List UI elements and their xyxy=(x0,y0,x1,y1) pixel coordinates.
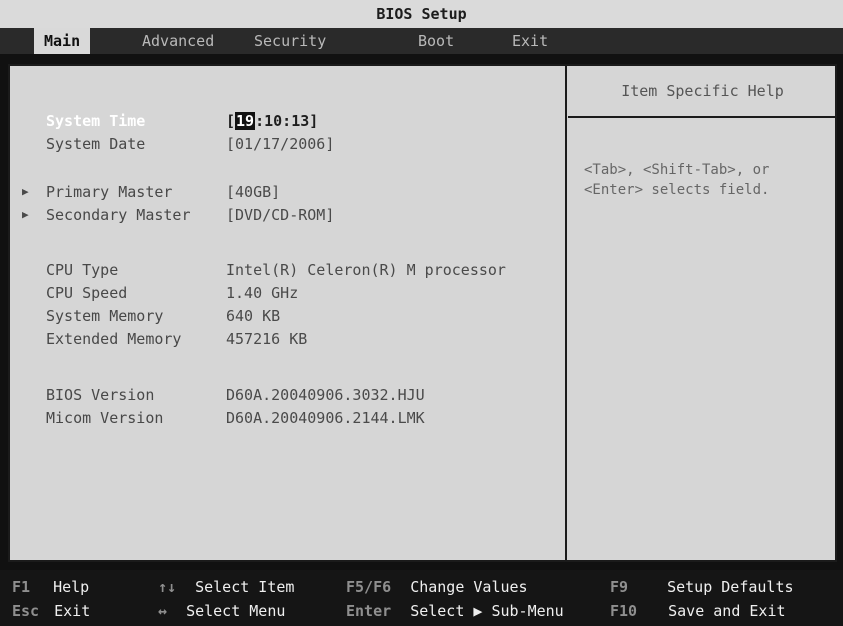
setting-row-extended-memory: Extended Memory 457216 KB xyxy=(8,328,548,350)
setting-row-system-time[interactable]: System Time [19:10:13] xyxy=(8,110,548,132)
legend-text: Select ▶ Sub-Menu xyxy=(410,602,564,620)
setting-row-micom-version: Micom Version D60A.20040906.2144.LMK xyxy=(8,407,548,429)
system-date-field[interactable]: [01/17/2006] xyxy=(226,133,334,155)
setting-label: CPU Speed xyxy=(46,284,128,302)
bios-screen: BIOS Setup Main Advanced Security Boot E… xyxy=(0,0,843,626)
legend-text: Select Menu xyxy=(186,602,286,620)
tab-exit[interactable]: Exit xyxy=(512,28,548,54)
setting-row-secondary-master[interactable]: ▶ Secondary Master [DVD/CD-ROM] xyxy=(8,204,548,226)
legend-select-menu: ↔ Select Menu xyxy=(158,600,285,622)
setting-label: Extended Memory xyxy=(46,330,182,348)
setting-label: BIOS Version xyxy=(46,386,155,404)
setting-label: Primary Master xyxy=(46,183,173,201)
legend-text: Change Values xyxy=(410,578,528,596)
setting-label: System Memory xyxy=(46,307,164,325)
system-memory-value: 640 KB xyxy=(226,307,281,325)
setting-row-bios-version: BIOS Version D60A.20040906.3032.HJU xyxy=(8,384,548,406)
submenu-arrow-icon: ▶ xyxy=(22,185,29,198)
setting-label: CPU Type xyxy=(46,261,119,279)
setting-row-cpu-type: CPU Type Intel(R) Celeron(R) M processor xyxy=(8,259,564,281)
setting-label: System Date xyxy=(46,135,146,153)
tab-boot[interactable]: Boot xyxy=(418,28,454,54)
time-hour-field[interactable]: 19 xyxy=(235,112,256,130)
system-time-field[interactable]: [19:10:13] xyxy=(226,110,318,132)
setting-row-system-date[interactable]: System Date [01/17/2006] xyxy=(8,133,548,155)
cpu-type-value: Intel(R) Celeron(R) M processor xyxy=(226,261,506,279)
submenu-arrow-icon: ▶ xyxy=(22,208,29,221)
bios-version-value: D60A.20040906.3032.HJU xyxy=(226,386,425,404)
settings-list: System Time [19:10:13] System Date [01/1… xyxy=(8,64,567,562)
setting-label: System Time xyxy=(46,112,146,130)
setting-label: Secondary Master xyxy=(46,206,191,224)
extended-memory-value: 457216 KB xyxy=(226,330,308,348)
f5-f6-key: F5/F6 xyxy=(346,578,392,596)
primary-master-value: [40GB] xyxy=(226,183,281,201)
time-rest: :10:13] xyxy=(255,112,319,130)
legend-save-and-exit: F10 Save and Exit xyxy=(610,600,786,622)
menu-bar: Main Advanced Security Boot Exit xyxy=(0,28,843,54)
window-title: BIOS Setup xyxy=(0,0,843,28)
legend-select-item: ↑↓ Select Item xyxy=(158,576,294,598)
help-pane: Item Specific Help <Tab>, <Shift-Tab>, o… xyxy=(568,64,837,562)
micom-version-value: D60A.20040906.2144.LMK xyxy=(226,409,425,427)
legend-text: Setup Defaults xyxy=(667,578,794,596)
help-title: Item Specific Help xyxy=(568,64,837,118)
enter-key: Enter xyxy=(346,602,392,620)
setting-row-primary-master[interactable]: ▶ Primary Master [40GB] xyxy=(8,181,548,203)
esc-key: Esc xyxy=(12,602,40,620)
tab-main[interactable]: Main xyxy=(34,28,91,54)
cpu-speed-value: 1.40 GHz xyxy=(226,284,299,302)
legend-exit: Esc Exit xyxy=(12,600,90,622)
legend-text: Help xyxy=(53,578,90,596)
bracket-open: [ xyxy=(226,112,236,130)
f1-key: F1 xyxy=(12,578,31,596)
f9-key: F9 xyxy=(610,578,629,596)
tab-security[interactable]: Security xyxy=(254,28,326,54)
legend-text: Save and Exit xyxy=(668,602,786,620)
legend-sub-menu: Enter Select ▶ Sub-Menu xyxy=(346,600,564,622)
secondary-master-value: [DVD/CD-ROM] xyxy=(226,206,335,224)
key-legend-footer: F1 Help ↑↓ Select Item F5/F6 Change Valu… xyxy=(0,570,843,626)
legend-change-values: F5/F6 Change Values xyxy=(346,576,528,598)
legend-text: Exit xyxy=(54,602,91,620)
f10-key: F10 xyxy=(610,602,638,620)
setting-label: Micom Version xyxy=(46,409,164,427)
legend-text: Select Item xyxy=(195,578,295,596)
legend-setup-defaults: F9 Setup Defaults xyxy=(610,576,794,598)
tab-advanced[interactable]: Advanced xyxy=(142,28,214,54)
up-down-arrows-icon: ↑↓ xyxy=(158,578,177,596)
setting-row-cpu-speed: CPU Speed 1.40 GHz xyxy=(8,282,548,304)
legend-help: F1 Help xyxy=(12,576,89,598)
setting-row-system-memory: System Memory 640 KB xyxy=(8,305,548,327)
help-text: <Tab>, <Shift-Tab>, or <Enter> selects f… xyxy=(584,162,770,198)
left-right-arrows-icon: ↔ xyxy=(158,602,168,620)
